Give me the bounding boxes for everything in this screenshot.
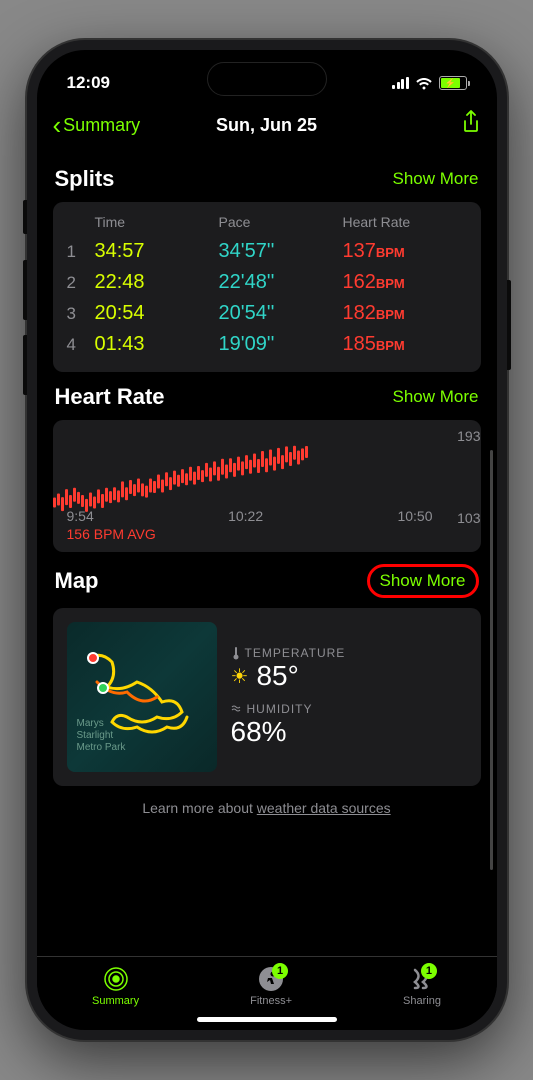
summary-icon (103, 966, 129, 992)
humidity-label: HUMIDITY (231, 702, 467, 716)
map-show-more[interactable]: Show More (367, 564, 479, 598)
temp-value: ☀ 85° (231, 660, 467, 692)
share-icon (461, 110, 481, 134)
hr-avg: 156 BPM AVG (67, 526, 467, 542)
wifi-icon (415, 77, 433, 90)
hr-min-label: 103 (457, 510, 480, 526)
temp-label: TEMPERATURE (231, 646, 467, 660)
sun-icon: ☀ (231, 664, 249, 689)
map-title: Map (55, 568, 99, 594)
thermometer-icon (231, 646, 241, 660)
humidity-icon (231, 704, 243, 714)
hr-max-label: 193 (457, 428, 480, 444)
battery-icon: ⚡ (439, 76, 467, 90)
col-pace: Pace (219, 214, 343, 230)
page-title: Sun, Jun 25 (216, 115, 317, 136)
dynamic-island (207, 62, 327, 96)
back-label: Summary (63, 115, 140, 136)
splits-header: Splits Show More (53, 154, 481, 202)
humidity-value: 68% (231, 716, 467, 748)
hr-show-more[interactable]: Show More (393, 387, 479, 407)
home-indicator[interactable] (197, 1017, 337, 1022)
weather-source-link[interactable]: Learn more about weather data sources (53, 786, 481, 826)
status-icons: ⚡ (392, 76, 467, 90)
start-pin-icon (87, 652, 99, 664)
end-pin-icon (97, 682, 109, 694)
split-row: 222:4822'48''162BPM (67, 267, 467, 298)
tab-summary[interactable]: Summary (92, 965, 139, 1007)
hr-header: Heart Rate Show More (53, 372, 481, 420)
split-row: 320:5420'54''182BPM (67, 298, 467, 329)
splits-card: Time Pace Heart Rate 134:5734'57''137BPM… (53, 202, 481, 372)
map-header: Map Show More (53, 552, 481, 608)
splits-title: Splits (55, 166, 115, 192)
map-card: MarysStarlightMetro Park TEMPERATURE ☀ 8… (53, 608, 481, 786)
hr-chart (53, 452, 447, 522)
tab-sharing[interactable]: 1 Sharing (403, 965, 441, 1007)
share-button[interactable] (461, 110, 481, 140)
splits-show-more[interactable]: Show More (393, 169, 479, 189)
back-button[interactable]: ‹ Summary (53, 115, 141, 136)
tab-fitness[interactable]: 1 Fitness+ (250, 965, 292, 1007)
park-label: MarysStarlightMetro Park (77, 718, 126, 754)
nav-bar: ‹ Summary Sun, Jun 25 (37, 100, 497, 154)
screen: 12:09 ⚡ ‹ Summary Sun, Jun 25 Splits Sho… (37, 50, 497, 1030)
col-hr: Heart Rate (343, 214, 467, 230)
tab-bar: Summary 1 Fitness+ 1 Sharing (37, 956, 497, 1011)
badge-icon: 1 (272, 963, 288, 979)
phone-frame: 12:09 ⚡ ‹ Summary Sun, Jun 25 Splits Sho… (27, 40, 507, 1040)
chevron-left-icon: ‹ (53, 115, 62, 136)
scrollbar[interactable] (490, 450, 493, 870)
weather-info: TEMPERATURE ☀ 85° HUMIDITY 68% (231, 622, 467, 772)
col-time: Time (95, 214, 219, 230)
content[interactable]: Splits Show More Time Pace Heart Rate 13… (37, 154, 497, 956)
split-row: 134:5734'57''137BPM (67, 236, 467, 267)
hr-title: Heart Rate (55, 384, 165, 410)
badge-icon: 1 (421, 963, 437, 979)
map-thumbnail[interactable]: MarysStarlightMetro Park (67, 622, 217, 772)
split-row: 401:4319'09''185BPM (67, 329, 467, 360)
hr-card: 193 103 9:54 10:22 10:50 156 BPM AVG (53, 420, 481, 552)
status-time: 12:09 (67, 73, 110, 93)
signal-icon (392, 77, 409, 89)
